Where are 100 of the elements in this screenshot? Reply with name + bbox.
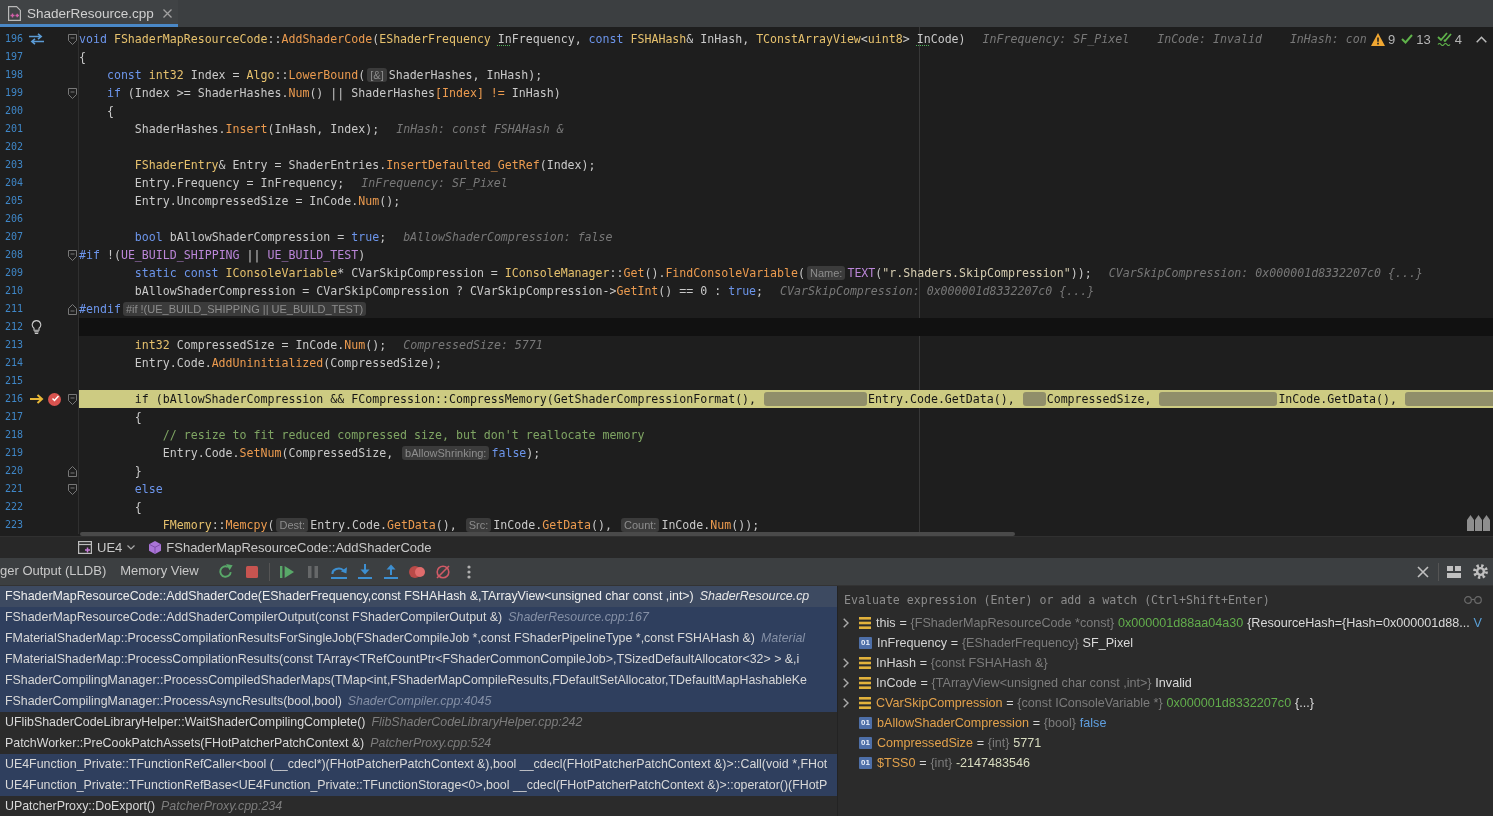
step-into-icon[interactable] xyxy=(357,564,372,579)
code-line: { xyxy=(134,499,142,516)
line-number: 220 xyxy=(4,464,25,478)
step-out-icon[interactable] xyxy=(383,564,398,579)
chevron-right-icon[interactable] xyxy=(843,698,849,708)
overlapping-circles-icon[interactable] xyxy=(408,565,425,578)
settings-icon[interactable] xyxy=(1472,564,1488,579)
inspection-count[interactable]: 4 xyxy=(1454,31,1462,47)
double-check-icon[interactable] xyxy=(1436,32,1452,46)
breadcrumb[interactable]: UE4 xyxy=(78,540,136,555)
line-number: 210 xyxy=(4,284,25,298)
inspection-count[interactable]: 13 xyxy=(1416,31,1431,47)
fold-marker-icon[interactable] xyxy=(68,303,77,315)
stack-frame[interactable]: UE4Function_Private::TFunctionRefCaller<bool (__cdecl*)(FHotPatcherPatchContext &),bool __cdecl(FHotPatcherPatchContext &)>::Call(void *,FHot xyxy=(0,754,837,775)
evaluate-field[interactable]: Evaluate expression (Enter) or add a watch (Ctrl+Shift+Enter) xyxy=(844,592,1464,607)
line-number: 196 xyxy=(4,32,25,46)
line-number: 218 xyxy=(4,428,25,442)
stack-frame[interactable]: FShaderMapResourceCode::AddShaderCompilerOutput(const FShaderCompilerOutput &) ShaderResource.cpp:167 xyxy=(0,607,837,628)
code-fragment: CompressedSize, xyxy=(1046,391,1152,408)
code-line: Entry.UncompressedSize = InCode.Num(); xyxy=(134,193,401,210)
circular-arrow-icon[interactable] xyxy=(218,564,234,579)
close-icon[interactable] xyxy=(1417,565,1429,578)
inspection-count[interactable]: 9 xyxy=(1388,31,1396,47)
inline-value: InFrequency: SF_Pixel xyxy=(361,175,508,192)
chevron-up-icon[interactable] xyxy=(1476,35,1487,43)
line-number: 211 xyxy=(4,302,25,316)
glasses-icon[interactable] xyxy=(1464,595,1482,604)
stop-icon[interactable] xyxy=(245,565,258,578)
code-line: int32 CompressedSize = InCode.Num(); xyxy=(134,337,387,354)
chevron-right-icon[interactable] xyxy=(843,678,849,688)
code-line: Entry.Code.SetNum(CompressedSize, bAllowShrinking: false); xyxy=(162,445,541,462)
fold-marker-icon[interactable] xyxy=(68,483,77,495)
code-line: #endif #if !(UE_BUILD_SHIPPING || UE_BUILD_TEST) xyxy=(79,300,369,318)
code-line: else xyxy=(134,481,163,498)
line-number: 204 xyxy=(4,176,25,190)
code-line: bAllowShaderCompression = CVarSkipCompression ? CVarSkipCompression->GetInt() == 0 : true; xyxy=(134,283,764,300)
fold-marker-icon[interactable] xyxy=(68,393,77,405)
stack-frame[interactable]: UPatcherProxy::DoExport() PatcherProxy.cpp:234 xyxy=(0,796,837,816)
code-line: { xyxy=(79,49,86,66)
tool-tab[interactable]: Memory View xyxy=(120,557,213,586)
fold-marker-icon[interactable] xyxy=(68,87,77,99)
fold-marker-icon[interactable] xyxy=(68,249,77,261)
check-icon[interactable] xyxy=(1401,34,1414,44)
stack-frame[interactable]: FMaterialShaderMap::ProcessCompilationResults(const TArray<TRefCountPtr<FShaderCommonCompileJob>,TSizedDefaultAllocator<32> > &,i xyxy=(0,649,837,670)
stack-frame[interactable]: FShaderCompilingManager::ProcessCompiledShaderMaps(TMap<int,FShaderMapCompileResults,FDefaultSetAllocator,TDefaultMapHashableKe xyxy=(0,670,837,691)
chevron-right-icon[interactable] xyxy=(843,618,849,628)
fold-marker-icon[interactable] xyxy=(68,465,77,477)
code-line: Entry.Frequency = InFrequency; xyxy=(134,175,345,192)
line-number: 213 xyxy=(4,338,25,352)
code-line: static const IConsoleVariable* CVarSkipCompression = IConsoleManager::Get().FindConsoleVariable( Name: TEXT("r.Shaders.SkipCompression")); xyxy=(134,265,1092,282)
line-number: 223 xyxy=(4,518,25,532)
stack-frame[interactable]: UE4Function_Private::TFunctionRefBase<UE4Function_Private::TFunctionStorage<0>,bool __cdecl(FHotPatcherPatchContext &)>::operator()(FHotP xyxy=(0,775,837,796)
variable-entry[interactable]: InFrequency = {EShaderFrequency} SF_Pixel xyxy=(877,636,1133,650)
resume-icon[interactable] xyxy=(279,564,294,579)
stack-frame[interactable]: PatchWorker::PreCookPatchAssets(FHotPatcherPatchContext &) PatcherProxy.cpp:524 xyxy=(0,733,837,754)
variable-entry[interactable]: bAllowShaderCompression = {bool} false xyxy=(877,716,1107,730)
line-number: 198 xyxy=(4,68,25,82)
line-number: 214 xyxy=(4,356,25,370)
variable-entry[interactable]: CompressedSize = {int} 5771 xyxy=(877,736,1042,750)
more-icon[interactable] xyxy=(466,564,471,579)
code-fragment: InCode.GetData(), xyxy=(1278,391,1398,408)
slashed-circle-icon[interactable] xyxy=(435,564,450,579)
file-icon xyxy=(8,6,21,21)
line-number: 209 xyxy=(4,266,25,280)
type-badge: 01 xyxy=(859,757,872,769)
fold-marker-icon[interactable] xyxy=(68,33,77,45)
inline-value: bAllowShaderCompression: false xyxy=(403,229,613,246)
type-badge: 01 xyxy=(859,717,872,729)
inline-value: CVarSkipCompression: 0x000001d8332207c0 {...} xyxy=(1108,265,1423,282)
chevron-right-icon[interactable] xyxy=(843,658,849,668)
variable-entry[interactable]: CVarSkipCompression = {const IConsoleVariable *} 0x000001d8332207c0 {...} xyxy=(876,696,1314,710)
list-icon xyxy=(859,617,871,629)
variable-entry[interactable]: this = {FShaderMapResourceCode *const} 0x000001d88aa04a30 {ResourceHash={Hash=0x000001d88... V xyxy=(876,616,1482,630)
horizontal-scrollbar[interactable] xyxy=(80,532,1015,536)
warning-icon[interactable] xyxy=(1371,32,1386,46)
close-icon[interactable] xyxy=(162,9,172,18)
code-line: Entry.Code.AddUninitialized(CompressedSize); xyxy=(134,355,442,372)
variable-entry[interactable]: $TSS0 = {int} -2147483546 xyxy=(877,756,1031,770)
layout-icon[interactable] xyxy=(1447,565,1461,578)
stack-frame[interactable]: FMaterialShaderMap::ProcessCompilationResultsForSingleJob(FShaderCompileJob *,const FShaderPipelineType *,const FSHAHash &) Material xyxy=(0,628,837,649)
swap-arrows-icon[interactable] xyxy=(29,33,44,45)
stack-frame[interactable]: UFlibShaderCodeLibraryHelper::WaitShaderCompilingComplete() FlibShaderCodeLibraryHelper.cpp:242 xyxy=(0,712,837,733)
inline-value: CompressedSize: 5771 xyxy=(403,337,543,354)
tool-tab[interactable]: ger Output (LLDB) xyxy=(0,557,121,586)
code-line: FShaderEntry& Entry = ShaderEntries.InsertDefaulted_GetRef(Index); xyxy=(134,157,596,174)
lightbulb-icon[interactable] xyxy=(31,320,42,334)
inline-value: InCode: Invalid xyxy=(1157,31,1262,48)
inline-value: InHash: const FSHAHash & xyxy=(396,121,564,138)
stack-frame[interactable]: FShaderCompilingManager::ProcessAsyncResults(bool,bool) ShaderCompiler.cpp:4045 xyxy=(0,691,837,712)
variable-entry[interactable]: InHash = {const FSHAHash &} xyxy=(876,656,1048,670)
breakpoint-icon[interactable] xyxy=(48,392,61,406)
caret-down-icon[interactable] xyxy=(127,545,136,550)
variable-entry[interactable]: InCode = {TArrayView<unsigned char const ,int>} Invalid xyxy=(876,676,1192,690)
editor-tab[interactable]: ShaderResource.cpp xyxy=(0,0,178,27)
step-over-icon[interactable] xyxy=(330,564,347,579)
breadcrumb[interactable]: FShaderMapResourceCode::AddShaderCode xyxy=(149,540,432,555)
stack-frame[interactable]: FShaderMapResourceCode::AddShaderCode(EShaderFrequency,const FSHAHash &,TArrayView<unsigned char const ,int>) ShaderResource.cp xyxy=(0,586,837,607)
line-number: 201 xyxy=(4,122,25,136)
inline-value: InHash: con xyxy=(1289,31,1367,48)
cube-icon xyxy=(149,541,162,554)
